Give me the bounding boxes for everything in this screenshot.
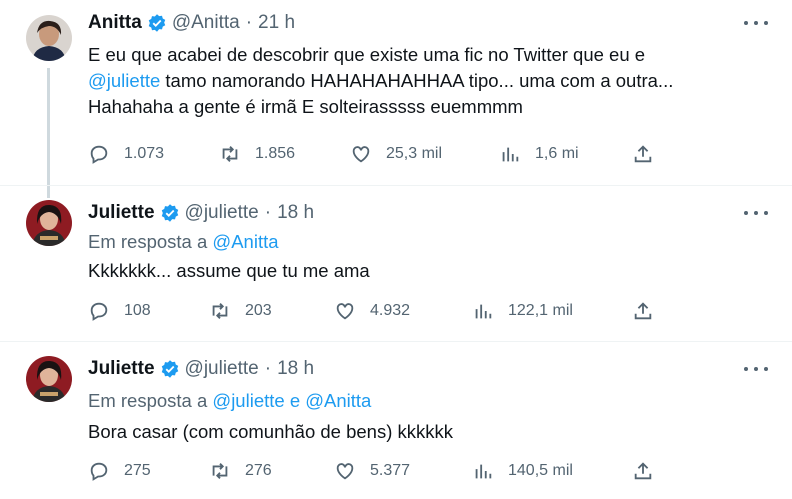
views-icon bbox=[475, 464, 492, 479]
retweet-button[interactable]: 276 bbox=[209, 460, 272, 482]
avatar-anitta[interactable] bbox=[26, 15, 72, 61]
like-button[interactable]: 4.932 bbox=[334, 300, 410, 322]
like-count: 4.932 bbox=[370, 302, 411, 319]
reply-count: 108 bbox=[124, 302, 151, 319]
reply-context: Em resposta a @juliette e @Anitta bbox=[88, 390, 371, 412]
reply-prefix: Em resposta a bbox=[88, 390, 213, 411]
reply-button[interactable]: 108 bbox=[88, 300, 151, 322]
timestamp[interactable]: 18 h bbox=[277, 202, 314, 224]
share-icon bbox=[634, 462, 652, 480]
views-icon bbox=[502, 147, 519, 162]
tweet-actions: 1.073 1.856 25,3 mil 1,6 mi bbox=[88, 143, 668, 167]
retweet-count: 276 bbox=[245, 462, 272, 479]
thread-line bbox=[47, 68, 50, 198]
reply-context: Em resposta a @Anitta bbox=[88, 231, 279, 253]
more-icon[interactable] bbox=[744, 208, 768, 218]
retweet-icon bbox=[212, 303, 228, 319]
tweet-actions: 108 203 4.932 122,1 mil bbox=[88, 300, 668, 324]
reply-icon bbox=[90, 462, 108, 481]
views-count: 1,6 mi bbox=[535, 145, 579, 162]
user-handle[interactable]: @juliette bbox=[185, 202, 259, 224]
reply-button[interactable]: 1.073 bbox=[88, 143, 164, 165]
views-icon bbox=[475, 304, 492, 319]
text-line: Hahahaha a gente é irmã E solteirasssss … bbox=[88, 96, 523, 117]
heart-icon bbox=[352, 146, 370, 163]
tweet-header: Juliette @juliette · 18 h bbox=[88, 358, 314, 380]
retweet-count: 203 bbox=[245, 302, 272, 319]
tweet-text: E eu que acabei de descobrir que existe … bbox=[88, 42, 768, 120]
like-button[interactable]: 25,3 mil bbox=[350, 143, 442, 165]
user-handle[interactable]: @Anitta bbox=[172, 12, 240, 34]
verified-badge-icon bbox=[147, 13, 167, 33]
views-button[interactable]: 140,5 mil bbox=[472, 460, 573, 482]
like-count: 25,3 mil bbox=[386, 145, 443, 162]
user-handle[interactable]: @juliette bbox=[185, 358, 259, 380]
retweet-icon bbox=[212, 463, 228, 479]
tweet-text: Kkkkkkk... assume que tu me ama bbox=[88, 260, 370, 281]
more-icon[interactable] bbox=[744, 18, 768, 28]
separator-dot: · bbox=[264, 202, 272, 223]
timestamp[interactable]: 21 h bbox=[258, 12, 295, 34]
reply-prefix: Em resposta a bbox=[88, 231, 213, 252]
share-button[interactable] bbox=[632, 460, 668, 482]
verified-badge-icon bbox=[160, 359, 180, 379]
reply-count: 275 bbox=[124, 462, 151, 479]
tweet-juliette-reply-1[interactable]: Juliette @juliette · 18 h Em resposta a … bbox=[0, 186, 792, 341]
retweet-count: 1.856 bbox=[255, 145, 296, 162]
text-line: E eu que acabei de descobrir que existe … bbox=[88, 44, 646, 65]
retweet-button[interactable]: 1.856 bbox=[219, 143, 295, 165]
reply-mention[interactable]: @Anitta bbox=[212, 231, 278, 252]
separator-dot: · bbox=[264, 358, 272, 379]
views-button[interactable]: 122,1 mil bbox=[472, 300, 573, 322]
mention-link[interactable]: @juliette bbox=[88, 70, 160, 91]
tweet-header: Anitta @Anitta · 21 h bbox=[88, 12, 295, 34]
reply-icon bbox=[90, 302, 108, 321]
heart-icon bbox=[336, 463, 354, 480]
tweet-anitta[interactable]: Anitta @Anitta · 21 h E eu que acabei de… bbox=[0, 0, 792, 198]
text-segment: tamo namorando HAHAHAHAHHAA tipo... uma … bbox=[160, 70, 674, 91]
more-icon[interactable] bbox=[744, 364, 768, 374]
like-button[interactable]: 5.377 bbox=[334, 460, 410, 482]
timestamp[interactable]: 18 h bbox=[277, 358, 314, 380]
separator-dot: · bbox=[245, 12, 253, 33]
tweet-text: Bora casar (com comunhão de bens) kkkkkk bbox=[88, 421, 454, 442]
tweet-header: Juliette @juliette · 18 h bbox=[88, 202, 314, 224]
share-icon bbox=[634, 302, 652, 320]
display-name[interactable]: Juliette bbox=[88, 202, 155, 224]
tweet-juliette-reply-2[interactable]: Juliette @juliette · 18 h Em resposta a … bbox=[0, 342, 792, 499]
reply-count: 1.073 bbox=[124, 145, 165, 162]
views-count: 140,5 mil bbox=[508, 462, 573, 479]
tweet-actions: 275 276 5.377 140,5 mil bbox=[88, 460, 668, 484]
reply-mention[interactable]: @juliette e @Anitta bbox=[212, 390, 371, 411]
display-name[interactable]: Juliette bbox=[88, 358, 155, 380]
retweet-button[interactable]: 203 bbox=[209, 300, 272, 322]
share-button[interactable] bbox=[632, 300, 668, 322]
views-button[interactable]: 1,6 mi bbox=[499, 143, 579, 165]
heart-icon bbox=[336, 303, 354, 320]
share-icon bbox=[634, 145, 652, 163]
reply-button[interactable]: 275 bbox=[88, 460, 151, 482]
display-name[interactable]: Anitta bbox=[88, 12, 142, 34]
verified-badge-icon bbox=[160, 203, 180, 223]
retweet-icon bbox=[222, 146, 238, 162]
avatar-juliette[interactable] bbox=[26, 200, 72, 246]
share-button[interactable] bbox=[632, 143, 668, 165]
avatar-juliette[interactable] bbox=[26, 356, 72, 402]
like-count: 5.377 bbox=[370, 462, 411, 479]
views-count: 122,1 mil bbox=[508, 302, 573, 319]
reply-icon bbox=[90, 145, 108, 164]
